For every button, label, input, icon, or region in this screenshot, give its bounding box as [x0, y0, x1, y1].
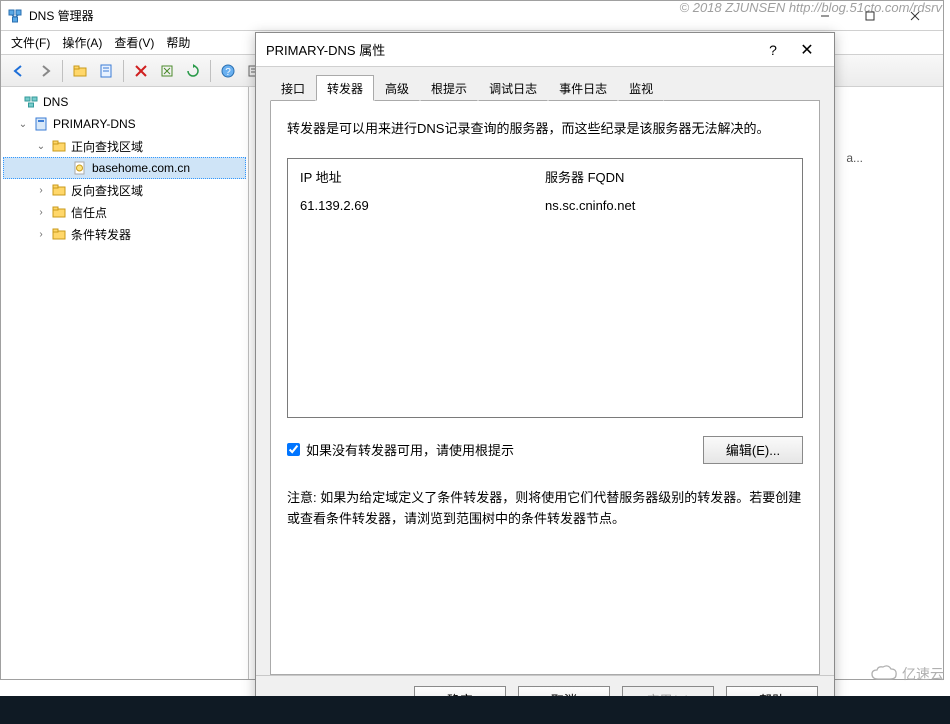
toolbar-separator: [62, 60, 63, 82]
collapse-icon[interactable]: ⌄: [17, 119, 29, 130]
dialog-title: PRIMARY-DNS 属性: [266, 40, 756, 59]
properties-dialog: PRIMARY-DNS 属性 ? ✕ 接口 转发器 高级 根提示 调试日志 事件…: [255, 32, 835, 724]
expand-icon[interactable]: ›: [35, 229, 47, 240]
tab-interfaces[interactable]: 接口: [270, 75, 316, 101]
tab-strip: 接口 转发器 高级 根提示 调试日志 事件日志 监视: [270, 75, 820, 101]
tab-debug-log[interactable]: 调试日志: [478, 75, 548, 101]
root-hint-row: 如果没有转发器可用，请使用根提示 编辑(E)...: [287, 436, 803, 464]
edit-button[interactable]: 编辑(E)...: [703, 436, 803, 464]
tree-label: PRIMARY-DNS: [53, 117, 136, 131]
forwarder-header: IP 地址 服务器 FQDN: [288, 159, 802, 194]
help-button[interactable]: ?: [216, 59, 240, 83]
dialog-close-button[interactable]: ✕: [790, 40, 824, 60]
server-icon: [33, 116, 49, 132]
forwarder-note: 注意: 如果为给定域定义了条件转发器，则将使用它们代替服务器级别的转发器。若要创…: [287, 488, 803, 530]
delete-button[interactable]: [129, 59, 153, 83]
forwarder-list[interactable]: IP 地址 服务器 FQDN 61.139.2.69 ns.sc.cninfo.…: [287, 158, 803, 418]
watermark-text: © 2018 ZJUNSEN http://blog.51cto.com/rds…: [680, 0, 942, 15]
taskbar-strip: [0, 696, 950, 724]
folder-icon: [51, 138, 67, 154]
refresh-button[interactable]: [155, 59, 179, 83]
toolbar-separator: [123, 60, 124, 82]
cloud-watermark-text: 亿速云: [902, 664, 944, 684]
tree-conditional-forwarders[interactable]: › 条件转发器: [3, 223, 246, 245]
tree-label: 反向查找区域: [71, 182, 143, 199]
nav-forward-button[interactable]: [33, 59, 57, 83]
use-root-hints-label: 如果没有转发器可用，请使用根提示: [306, 440, 514, 459]
cloud-watermark: 亿速云: [870, 664, 944, 684]
forwarder-ip: 61.139.2.69: [300, 198, 545, 213]
tab-advanced[interactable]: 高级: [374, 75, 420, 101]
zone-file-icon: [72, 160, 88, 176]
tree-trust-points[interactable]: › 信任点: [3, 201, 246, 223]
menu-view[interactable]: 查看(V): [114, 34, 154, 51]
properties-button[interactable]: [94, 59, 118, 83]
folder-icon: [51, 182, 67, 198]
tree-reverse-zone[interactable]: › 反向查找区域: [3, 179, 246, 201]
tab-content: 转发器是可以用来进行DNS记录查询的服务器，而这些纪录是该服务器无法解决的。 I…: [270, 101, 820, 675]
menu-action[interactable]: 操作(A): [62, 34, 102, 51]
tab-forwarders[interactable]: 转发器: [316, 75, 374, 101]
tree-label: 正向查找区域: [71, 138, 143, 155]
forwarder-description: 转发器是可以用来进行DNS记录查询的服务器，而这些纪录是该服务器无法解决的。: [287, 119, 803, 140]
toolbar-separator: [210, 60, 211, 82]
use-root-hints-checkbox[interactable]: [287, 443, 300, 456]
folder-icon: [51, 204, 67, 220]
collapse-icon[interactable]: ⌄: [35, 141, 47, 152]
tree-root-dns[interactable]: DNS: [3, 91, 246, 113]
menu-file[interactable]: 文件(F): [11, 34, 50, 51]
svg-text:?: ?: [225, 67, 231, 78]
tree-label: 条件转发器: [71, 226, 131, 243]
cloud-icon: [870, 665, 898, 683]
dns-app-icon: [7, 8, 23, 24]
dialog-body: 接口 转发器 高级 根提示 调试日志 事件日志 监视 转发器是可以用来进行DNS…: [256, 67, 834, 675]
col-fqdn-header: 服务器 FQDN: [545, 167, 790, 186]
tab-root-hints[interactable]: 根提示: [420, 75, 478, 101]
expand-icon[interactable]: ›: [35, 207, 47, 218]
tree-server[interactable]: ⌄ PRIMARY-DNS: [3, 113, 246, 135]
tree-label: DNS: [43, 95, 68, 109]
col-ip-header: IP 地址: [300, 167, 545, 186]
tree-label: basehome.com.cn: [92, 161, 190, 175]
reload-button[interactable]: [181, 59, 205, 83]
dialog-title-bar: PRIMARY-DNS 属性 ? ✕: [256, 33, 834, 67]
tab-monitoring[interactable]: 监视: [618, 75, 664, 101]
forwarder-row[interactable]: 61.139.2.69 ns.sc.cninfo.net: [288, 194, 802, 217]
tree-forward-zone[interactable]: ⌄ 正向查找区域: [3, 135, 246, 157]
menu-help[interactable]: 帮助: [166, 34, 190, 51]
dns-root-icon: [23, 94, 39, 110]
folder-icon: [51, 226, 67, 242]
expand-icon[interactable]: ›: [35, 185, 47, 196]
dialog-help-button[interactable]: ?: [756, 42, 790, 58]
tree-label: 信任点: [71, 204, 107, 221]
tab-event-log[interactable]: 事件日志: [548, 75, 618, 101]
tree-domain-selected[interactable]: basehome.com.cn: [3, 157, 246, 179]
forwarder-fqdn: ns.sc.cninfo.net: [545, 198, 790, 213]
new-folder-button[interactable]: [68, 59, 92, 83]
tree-pane[interactable]: DNS ⌄ PRIMARY-DNS ⌄ 正向查找区域 basehome.com.…: [1, 87, 249, 679]
tab-filler: [664, 75, 820, 101]
truncated-text: a...: [846, 151, 863, 165]
nav-back-button[interactable]: [7, 59, 31, 83]
